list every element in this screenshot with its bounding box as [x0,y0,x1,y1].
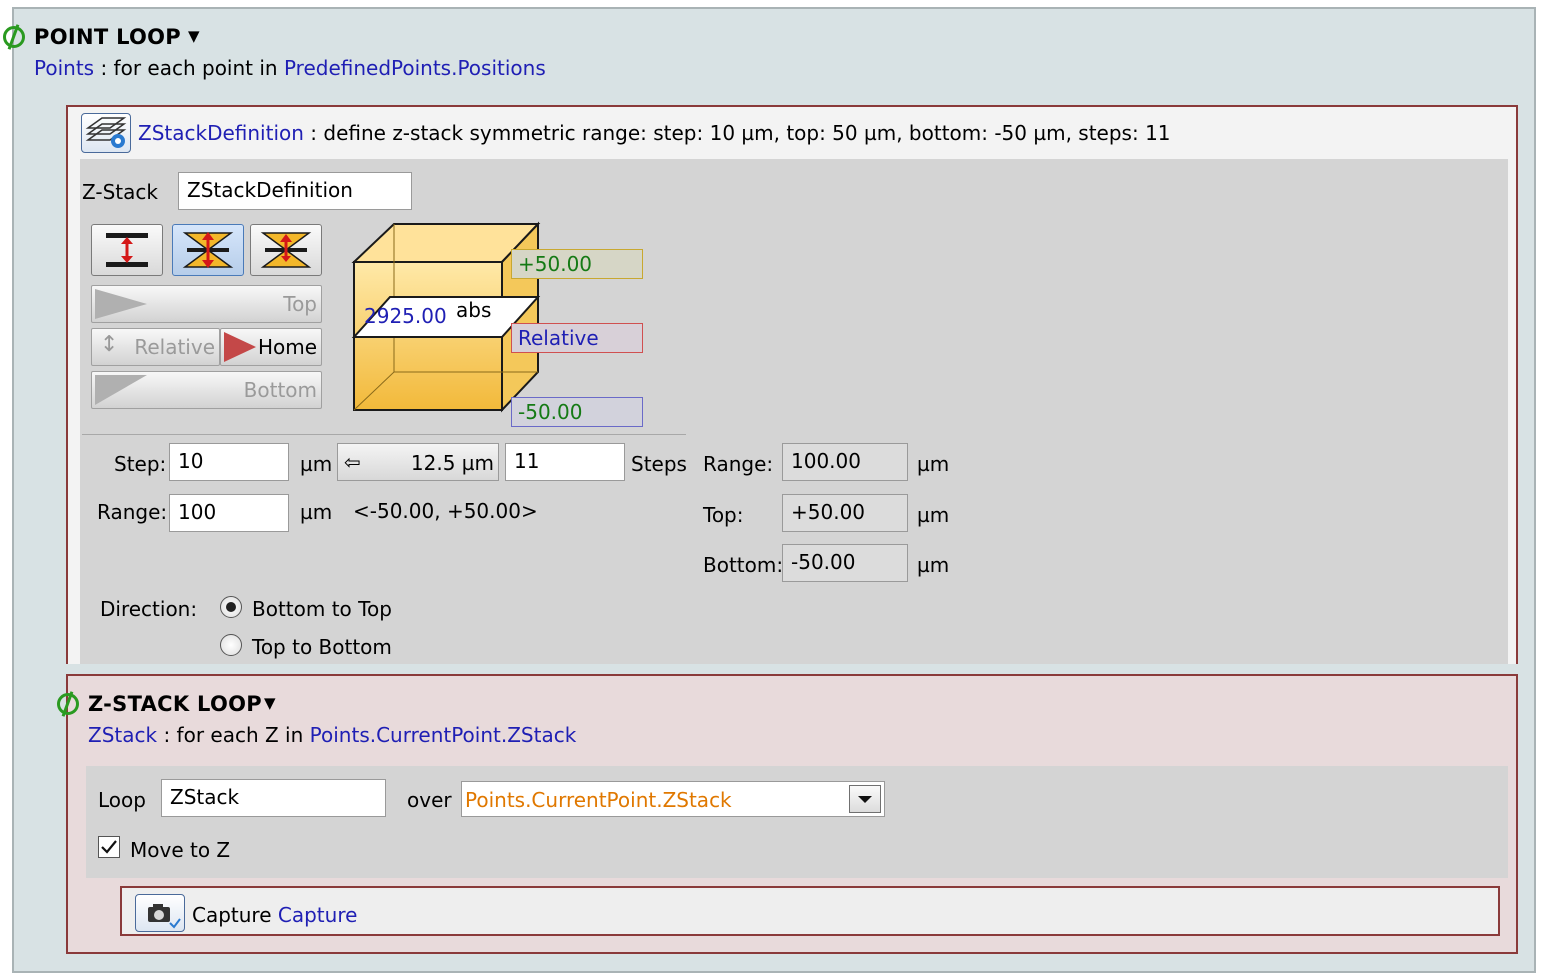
mode-range-button[interactable] [91,224,163,276]
dropdown-button[interactable] [849,785,881,813]
zstack-definition-icon[interactable] [81,113,131,153]
direction-option-label[interactable]: Top to Bottom [252,635,392,659]
chevron-down-icon [858,796,872,803]
zstack-loop-source[interactable]: Points.CurrentPoint.ZStack [310,723,577,747]
loop-var-input[interactable]: ZStack [161,779,386,817]
range-input[interactable]: 100 [169,494,289,532]
step-input[interactable]: 10 [169,443,289,481]
home-button[interactable]: Home [220,328,322,366]
capture-name[interactable]: Capture [278,903,358,927]
mode-asymmetric-button[interactable] [250,224,322,276]
relative-button[interactable]: ↕ Relative [91,328,220,366]
point-loop-description: Points : for each point in PredefinedPoi… [34,56,546,80]
move-to-z-checkbox[interactable] [98,836,120,858]
capture-header: Capture Capture [192,903,357,927]
out-range-unit: µm [917,452,950,476]
direction-label: Direction: [100,597,198,621]
triangle-icon [95,289,147,319]
point-loop-var[interactable]: Points [34,56,94,80]
out-range-label: Range: [703,452,774,476]
zstack-definition-name[interactable]: ZStackDefinition [138,121,304,145]
cube-current-value: 2925.00 [364,304,447,328]
radio-bottom-to-top[interactable] [220,596,242,618]
out-top-label: Top: [703,503,744,527]
arrow-left-icon: ⇦ [344,450,361,474]
cube-top-tag[interactable]: +50.00 [511,249,643,279]
over-label: over [407,788,452,812]
radio-top-to-bottom[interactable] [220,634,242,656]
bottom-button[interactable]: Bottom [91,371,322,409]
top-button[interactable]: Top [91,285,322,323]
divider [82,434,686,435]
out-range-value: 100.00 [782,443,908,481]
steps-input[interactable]: 11 [505,443,625,481]
chevron-down-icon[interactable]: ▼ [188,27,200,45]
out-bottom-value: -50.00 [782,544,908,582]
zstack-loop-var[interactable]: ZStack [88,723,157,747]
loop-label: Loop [98,788,146,812]
point-loop-source[interactable]: PredefinedPoints.Positions [284,56,546,80]
range-interval-text: <-50.00, +50.00> [353,499,538,523]
out-top-unit: µm [917,503,950,527]
loop-icon [3,26,25,48]
zstack-loop-description: ZStack : for each Z in Points.CurrentPoi… [88,723,577,747]
triangle-icon [95,375,147,405]
direction-option-label[interactable]: Bottom to Top [252,597,392,621]
over-select[interactable]: Points.CurrentPoint.ZStack [461,781,885,817]
range-label: Range: [97,500,168,524]
step-unit: µm [300,452,333,476]
zstack-definition-header: ZStackDefinition : define z-stack symmet… [138,121,1171,145]
out-bottom-unit: µm [917,553,950,577]
cube-bottom-tag[interactable]: -50.00 [511,397,643,427]
out-bottom-label: Bottom: [703,553,784,577]
move-to-z-label[interactable]: Move to Z [130,838,230,862]
cube-abs-label: abs [456,298,492,322]
capture-label: Capture [192,903,272,927]
zstack-name-input[interactable]: ZStackDefinition [178,172,412,210]
mode-symmetric-button[interactable] [172,224,244,276]
loop-icon [57,693,79,715]
zstack-loop-title: Z-STACK LOOP [88,692,262,716]
triangle-icon [224,332,256,362]
cube-relative-tag[interactable]: Relative [511,323,643,353]
chevron-down-icon[interactable]: ▼ [264,694,276,712]
zstack-label: Z-Stack [82,180,158,204]
over-select-value: Points.CurrentPoint.ZStack [465,788,732,812]
steps-label: Steps [631,452,687,476]
out-top-value: +50.00 [782,494,908,532]
camera-icon[interactable] [135,894,185,932]
range-unit: µm [300,500,333,524]
step-calc-button[interactable]: ⇦ 12.5 µm [337,443,499,481]
move-vertical-icon: ↕ [100,332,119,357]
step-label: Step: [114,452,167,476]
point-loop-title: POINT LOOP [34,25,181,49]
check-icon [101,840,117,854]
